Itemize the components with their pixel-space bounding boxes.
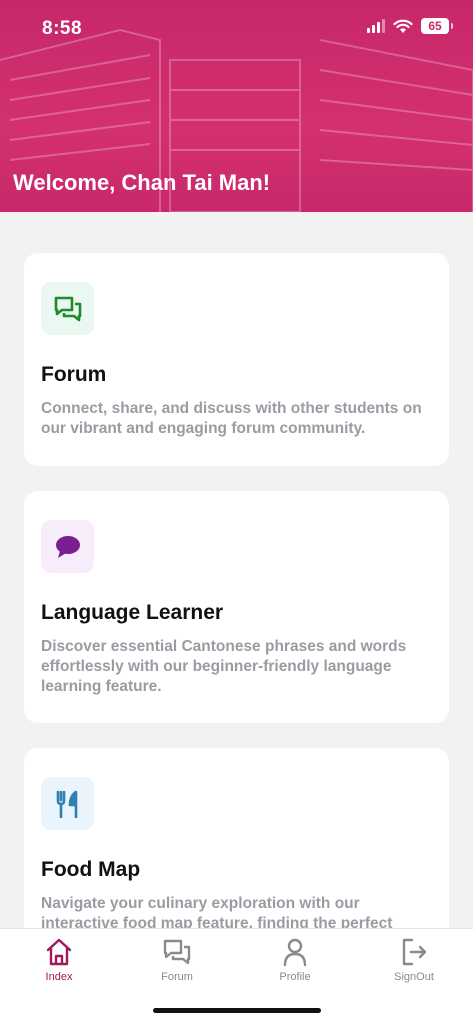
welcome-title: Welcome, Chan Tai Man!: [13, 170, 271, 195]
user-icon: [283, 938, 307, 967]
forum-card-description: Connect, share, and discuss with other s…: [41, 400, 422, 437]
language-learner-card-title: Language Learner: [41, 601, 224, 624]
cellular-signal-icon: [367, 19, 385, 33]
tab-forum-label: Forum: [161, 971, 193, 983]
tab-index-label: Index: [45, 971, 73, 983]
forum-card-title: Forum: [41, 363, 107, 386]
forum-card[interactable]: Forum Connect, share, and discuss with o…: [24, 253, 449, 466]
fork-knife-icon: [56, 790, 77, 818]
chat-bubbles-icon: [163, 939, 191, 965]
speech-bubble-icon: [55, 535, 80, 558]
status-icons: 65: [367, 18, 453, 34]
status-bar: 8:58 65: [0, 0, 473, 60]
food-map-card[interactable]: Food Map Navigate your culinary explorat…: [24, 748, 449, 928]
language-learner-card[interactable]: Language Learner Discover essential Cant…: [24, 491, 449, 723]
home-icon: [46, 938, 72, 966]
sign-out-icon: [402, 938, 427, 966]
tab-signout[interactable]: SignOut: [355, 937, 473, 983]
feature-list: Forum Connect, share, and discuss with o…: [0, 212, 473, 928]
battery-icon: 65: [421, 18, 453, 34]
food-map-card-title: Food Map: [41, 858, 141, 881]
forum-icon-box: [41, 282, 94, 335]
wifi-icon: [393, 19, 413, 33]
home-indicator[interactable]: [153, 1008, 321, 1013]
language-learner-card-description: Discover essential Cantonese phrases and…: [41, 638, 407, 695]
tab-profile-label: Profile: [279, 971, 311, 983]
tab-signout-label: SignOut: [394, 971, 434, 983]
tab-forum[interactable]: Forum: [118, 937, 236, 983]
food-map-icon-box: [41, 777, 94, 830]
language-learner-icon-box: [41, 520, 94, 573]
status-time: 8:58: [42, 18, 83, 39]
header-banner: 8:58 65 Welcome, Chan Tai Man!: [0, 0, 473, 212]
tab-index[interactable]: Index: [0, 937, 118, 983]
food-map-card-description: Navigate your culinary exploration with …: [41, 895, 393, 928]
tab-profile[interactable]: Profile: [236, 937, 354, 983]
chat-bubbles-icon: [54, 296, 81, 321]
